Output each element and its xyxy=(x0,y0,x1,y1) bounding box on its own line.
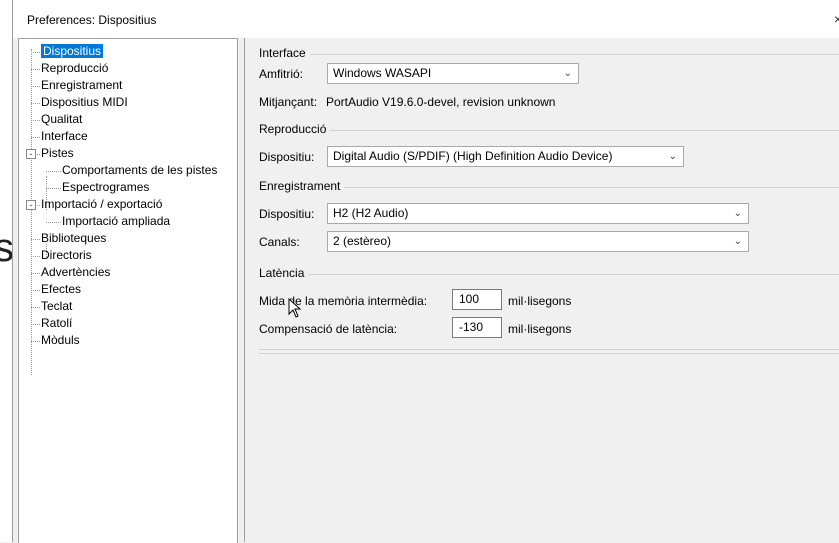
recording-device-dropdown[interactable]: H2 (H2 Audio) ⌄ xyxy=(327,203,749,224)
recording-device-label: Dispositiu: xyxy=(259,207,315,221)
tree-item-7[interactable]: Comportaments de les pistes xyxy=(62,162,217,179)
latency-group-title: Latència xyxy=(259,266,309,280)
latency-compensation-unit: mil·lisegons xyxy=(508,322,572,336)
tree-item-15[interactable]: Teclat xyxy=(41,298,72,315)
preferences-panel: Interface Amfitrió: Windows WASAPI ⌄ Mit… xyxy=(244,38,839,542)
latency-compensation-label: Compensació de latència: xyxy=(259,322,398,336)
host-label: Amfitrió: xyxy=(259,67,304,81)
chevron-down-icon: ⌄ xyxy=(563,68,572,79)
background-window-strip xyxy=(0,0,12,542)
tree-item-label: Ratolí xyxy=(41,316,73,330)
tree-item-11[interactable]: Biblioteques xyxy=(41,230,106,247)
chevron-down-icon: ⌄ xyxy=(733,208,742,219)
tree-item-label: Teclat xyxy=(41,299,73,313)
preferences-category-tree[interactable]: Dispositius Reproducció Enregistrament Disp… xyxy=(18,38,238,543)
tree-item-2[interactable]: Enregistrament xyxy=(41,77,122,94)
mouse-pointer-icon xyxy=(288,298,302,318)
tree-item-label: Biblioteques xyxy=(41,231,107,245)
tree-item-14[interactable]: Efectes xyxy=(41,281,81,298)
tree-item-label: Efectes xyxy=(41,282,82,296)
host-dropdown[interactable]: Windows WASAPI ⌄ xyxy=(327,63,579,84)
preferences-dialog: Preferences: Dispositius × Dispositius Re… xyxy=(12,0,839,543)
tree-item-6[interactable]: Pistes xyxy=(41,145,74,162)
tree-item-4[interactable]: Qualitat xyxy=(41,111,82,128)
tree-item-label: Importació / exportació xyxy=(41,197,163,211)
playback-group: Reproducció xyxy=(259,122,839,136)
tree-item-label: Directoris xyxy=(41,248,92,262)
collapse-icon[interactable]: - xyxy=(26,149,36,159)
tree-item-label: Interface xyxy=(41,129,88,143)
channels-dropdown[interactable]: 2 (estèreo) ⌄ xyxy=(327,231,749,252)
chevron-down-icon: ⌄ xyxy=(668,151,677,162)
using-label: Mitjançant: xyxy=(259,95,318,109)
tree-item-10[interactable]: Importació ampliada xyxy=(62,213,170,230)
buffer-length-label: Mida de la memòria intermèdia: xyxy=(259,294,428,308)
tree-item-17[interactable]: Mòduls xyxy=(41,332,80,349)
playback-device-label: Dispositiu: xyxy=(259,150,315,164)
recording-device-value: H2 (H2 Audio) xyxy=(333,206,409,220)
latency-group: Latència xyxy=(259,266,839,350)
close-icon[interactable]: × xyxy=(834,11,839,27)
using-value: PortAudio V19.6.0-devel, revision unknow… xyxy=(326,95,556,109)
tree-item-label: Enregistrament xyxy=(41,78,123,92)
tree-item-5[interactable]: Interface xyxy=(41,128,88,145)
tree-item-9[interactable]: Importació / exportació xyxy=(41,196,162,213)
interface-group-title: Interface xyxy=(259,46,310,60)
host-value: Windows WASAPI xyxy=(333,66,432,80)
tree-item-label: Reproducció xyxy=(41,61,109,75)
playback-group-title: Reproducció xyxy=(259,122,331,136)
tree-item-label: Dispositius MIDI xyxy=(41,95,128,109)
collapse-icon[interactable]: - xyxy=(26,200,36,210)
channels-label: Canals: xyxy=(259,235,300,249)
playback-device-dropdown[interactable]: Digital Audio (S/PDIF) (High Definition … xyxy=(327,146,684,167)
tree-item-3[interactable]: Dispositius MIDI xyxy=(41,94,128,111)
tree-item-12[interactable]: Directoris xyxy=(41,247,92,264)
latency-compensation-input[interactable]: -130 xyxy=(452,317,502,338)
tree-item-label: Comportaments de les pistes xyxy=(62,163,218,177)
tree-item-label: Qualitat xyxy=(41,112,83,126)
tree-item-16[interactable]: Ratolí xyxy=(41,315,72,332)
recording-group-title: Enregistrament xyxy=(259,179,345,193)
buffer-length-input[interactable]: 100 xyxy=(452,289,502,310)
tree-item-label: Dispositius xyxy=(41,44,104,58)
tree-item-1[interactable]: Reproducció xyxy=(41,60,108,77)
chevron-down-icon: ⌄ xyxy=(733,236,742,247)
tree-item-13[interactable]: Advertències xyxy=(41,264,110,281)
tree-item-label: Importació ampliada xyxy=(62,214,171,228)
buffer-length-unit: mil·lisegons xyxy=(508,294,572,308)
tree-item-0[interactable]: Dispositius xyxy=(41,43,104,60)
divider xyxy=(259,353,839,354)
window-title: Preferences: Dispositius xyxy=(27,13,157,27)
tree-item-8[interactable]: Espectrogrames xyxy=(62,179,149,196)
channels-value: 2 (estèreo) xyxy=(333,234,392,248)
tree-item-label: Espectrogrames xyxy=(62,180,150,194)
title-bar: Preferences: Dispositius × xyxy=(13,0,839,38)
tree-item-label: Advertències xyxy=(41,265,111,279)
tree-item-label: Pistes xyxy=(41,146,74,160)
recording-group: Enregistrament xyxy=(259,179,839,193)
playback-device-value: Digital Audio (S/PDIF) (High Definition … xyxy=(333,149,613,163)
tree-item-label: Mòduls xyxy=(41,333,80,347)
